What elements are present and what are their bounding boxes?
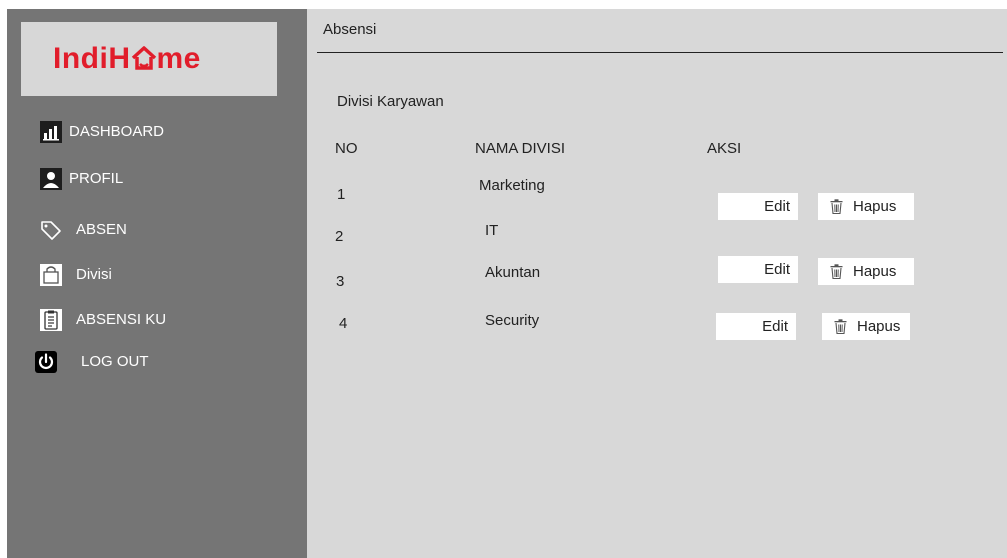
clipboard-icon xyxy=(40,309,62,331)
title-divider xyxy=(317,52,1003,53)
column-header-nama-divisi: NAMA DIVISI xyxy=(475,140,566,157)
column-header-aksi: AKSI xyxy=(707,140,742,157)
hapus-label: Hapus xyxy=(853,263,897,280)
indihome-logo[interactable]: IndiH me xyxy=(53,42,201,76)
hapus-label: Hapus xyxy=(857,318,901,335)
edit-button[interactable]: Edit xyxy=(718,193,798,220)
section-title: Divisi Karyawan xyxy=(337,93,444,110)
sidebar-item-divisi[interactable]: Divisi xyxy=(7,262,307,290)
row-1-no: 1 xyxy=(337,186,346,203)
user-icon xyxy=(40,168,62,190)
row-4-no: 4 xyxy=(339,315,348,332)
row-3-no: 3 xyxy=(336,273,345,290)
column-header-no: NO xyxy=(335,140,358,157)
sidebar-item-absen[interactable]: ABSEN xyxy=(7,217,307,245)
house-icon xyxy=(131,42,157,76)
row-2-no: 2 xyxy=(335,228,344,245)
bag-icon xyxy=(40,264,62,286)
sidebar-item-dashboard[interactable]: DASHBOARD xyxy=(7,119,307,147)
sidebar-item-profil[interactable]: PROFIL xyxy=(7,166,307,194)
sidebar-item-label: Divisi xyxy=(76,266,112,283)
edit-button[interactable]: Edit xyxy=(716,313,796,340)
row-1-nama: Marketing xyxy=(479,177,545,194)
sidebar-item-label: ABSENSI KU xyxy=(76,311,167,328)
trash-icon xyxy=(830,264,843,279)
logo-box: IndiH me xyxy=(21,22,277,96)
sidebar-item-label: PROFIL xyxy=(69,170,124,187)
sidebar-item-label: DASHBOARD xyxy=(69,123,165,140)
sidebar-item-label: LOG OUT xyxy=(81,353,149,370)
sidebar-item-absensi-ku[interactable]: ABSENSI KU xyxy=(7,307,307,335)
row-3-nama: Akuntan xyxy=(485,264,541,281)
row-4-nama: Security xyxy=(485,312,540,329)
sidebar-item-logout[interactable]: LOG OUT xyxy=(7,349,307,377)
trash-icon xyxy=(834,319,847,334)
edit-button[interactable]: Edit xyxy=(718,256,798,283)
main-content: Absensi Divisi Karyawan NO NAMA DIVISI A… xyxy=(307,9,1007,558)
row-2-nama: IT xyxy=(485,222,499,239)
trash-icon xyxy=(830,199,843,214)
hapus-button[interactable]: Hapus xyxy=(818,193,914,220)
sidebar-item-label: ABSEN xyxy=(76,221,127,238)
power-icon xyxy=(35,351,57,373)
chart-icon xyxy=(40,121,62,143)
sidebar: IndiH me DASHBOARD PROFIL ABSEN Divisi AB… xyxy=(7,9,307,558)
tag-icon xyxy=(40,219,62,241)
hapus-button[interactable]: Hapus xyxy=(818,258,914,285)
hapus-label: Hapus xyxy=(853,198,897,215)
page-title: Absensi xyxy=(323,21,377,38)
hapus-button[interactable]: Hapus xyxy=(822,313,910,340)
